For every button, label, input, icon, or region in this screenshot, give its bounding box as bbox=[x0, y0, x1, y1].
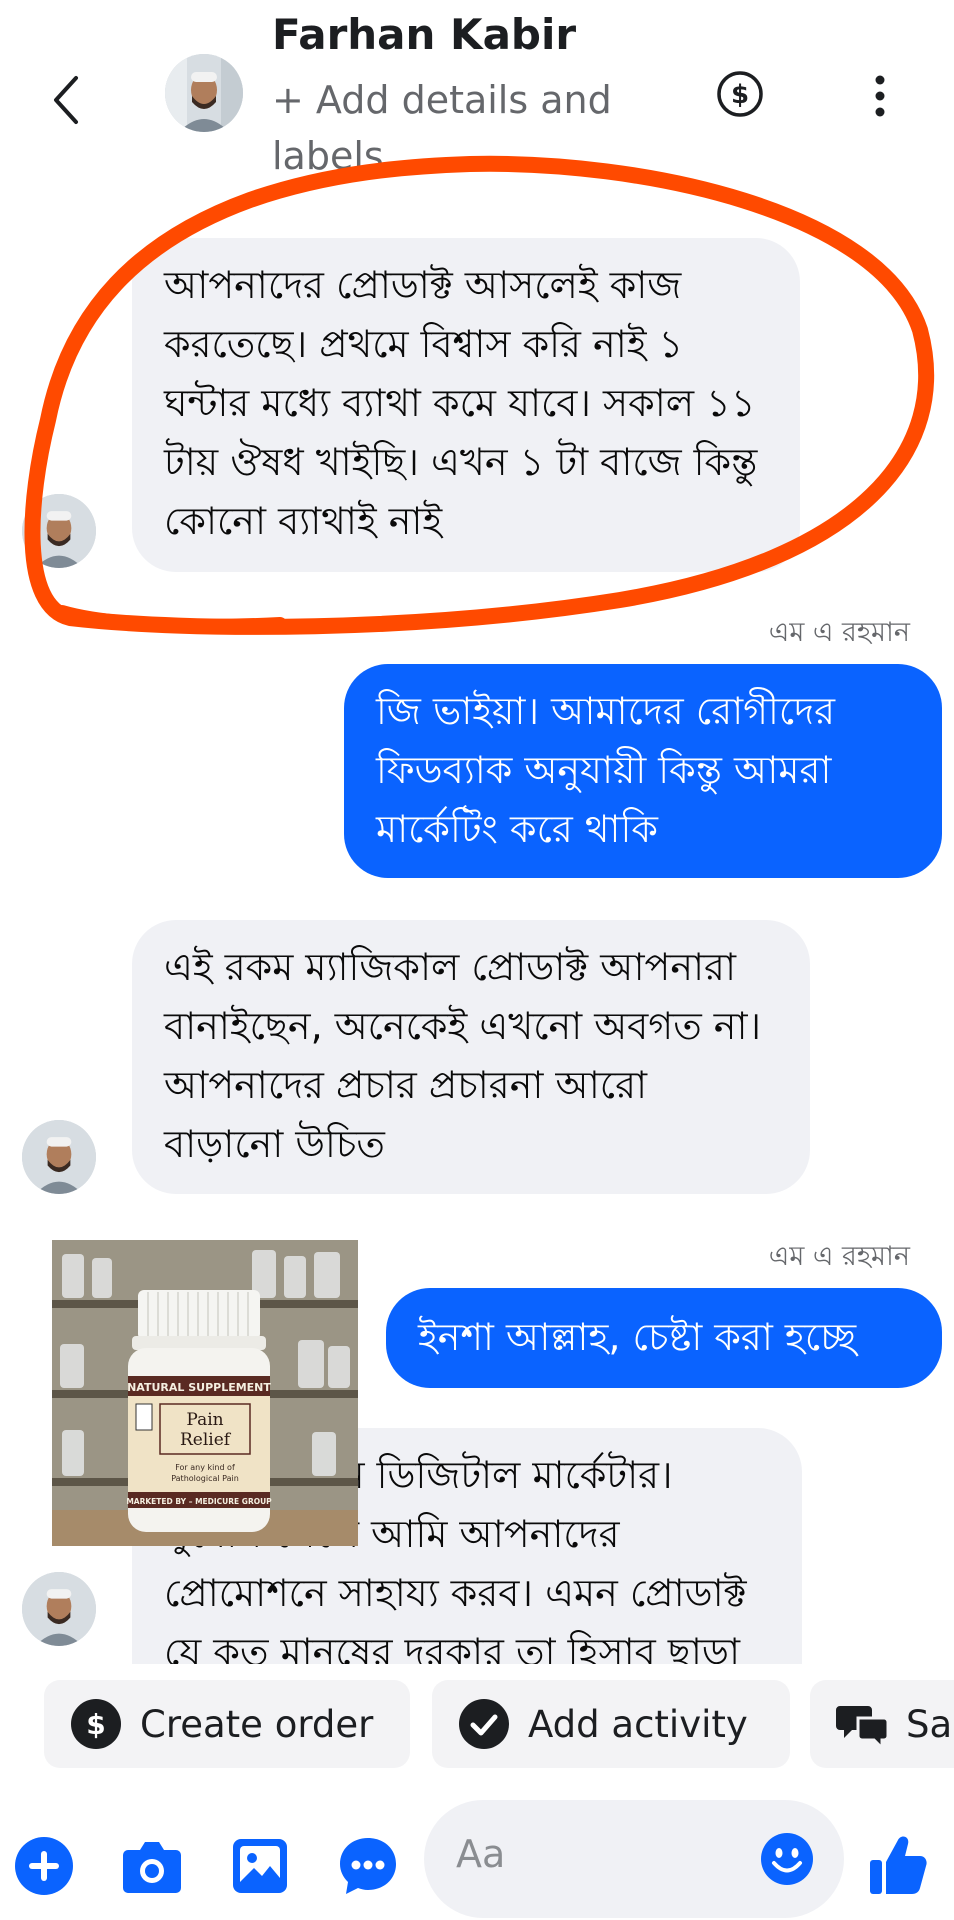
dollar-circle-icon: $ bbox=[71, 1699, 121, 1749]
incoming-message[interactable]: আপনাদের প্রোডাক্ট আসলেই কাজ করতেছে। প্রথ… bbox=[132, 238, 800, 572]
avatar bbox=[22, 494, 96, 568]
product-cap-label: NATURAL SUPPLEMENT bbox=[127, 1381, 271, 1394]
more-options-button[interactable] bbox=[870, 72, 890, 120]
svg-text:$: $ bbox=[86, 1708, 105, 1741]
dollar-icon: $ bbox=[717, 71, 763, 117]
message-text: আপনাদের প্রোডাক্ট আসলেই কাজ করতেছে। প্রথ… bbox=[164, 263, 758, 543]
gallery-icon bbox=[233, 1839, 287, 1893]
contact-name[interactable]: Farhan Kabir bbox=[272, 10, 576, 59]
chat-icon bbox=[340, 1838, 396, 1894]
product-photo: NATURAL SUPPLEMENT Pain Relief For any k… bbox=[52, 1240, 358, 1546]
product-title-line2: Relief bbox=[180, 1430, 232, 1450]
chat-bubbles-icon bbox=[836, 1706, 888, 1750]
camera-icon bbox=[123, 1842, 181, 1893]
message-text: ইনশা আল্লাহ, চেষ্টা করা হচ্ছে bbox=[418, 1315, 857, 1359]
product-bottom-label: MARKETED BY – MEDICURE GROUP bbox=[126, 1497, 272, 1506]
like-button[interactable] bbox=[868, 1832, 928, 1900]
plus-button[interactable] bbox=[14, 1836, 74, 1900]
outgoing-message[interactable]: ইনশা আল্লাহ, চেষ্টা করা হচ্ছে bbox=[386, 1288, 942, 1388]
back-icon bbox=[54, 76, 78, 124]
emoji-button[interactable] bbox=[760, 1832, 814, 1890]
sender-name: এম এ রহমান bbox=[768, 617, 910, 648]
product-sub-line1: For any kind of bbox=[175, 1463, 235, 1472]
message-text: জি ভাইয়া। আমাদের রোগীদের ফিডব্যাক অনুযা… bbox=[376, 689, 836, 851]
back-button[interactable] bbox=[48, 70, 88, 130]
saved-replies-button[interactable]: Sa bbox=[810, 1680, 954, 1768]
check-circle-icon bbox=[459, 1699, 509, 1749]
plus-icon bbox=[15, 1837, 73, 1895]
add-details-link[interactable]: + Add details and labels bbox=[272, 72, 652, 172]
message-placeholder: Aa bbox=[456, 1832, 506, 1876]
product-sub-line2: Pathological Pain bbox=[171, 1474, 239, 1483]
avatar bbox=[22, 1572, 96, 1646]
product-title-line1: Pain bbox=[186, 1410, 223, 1430]
saved-replies-label: Sa bbox=[906, 1702, 953, 1746]
avatar bbox=[22, 1120, 96, 1194]
gallery-button[interactable] bbox=[232, 1838, 288, 1898]
outgoing-message[interactable]: জি ভাইয়া। আমাদের রোগীদের ফিডব্যাক অনুযা… bbox=[344, 664, 942, 878]
sender-name: এম এ রহমান bbox=[768, 1241, 910, 1272]
create-order-button[interactable]: $ Create order bbox=[44, 1680, 410, 1768]
incoming-message[interactable]: এই রকম ম্যাজিকাল প্রোডাক্ট আপনারা বানাইছ… bbox=[132, 920, 810, 1194]
chat-options-button[interactable] bbox=[338, 1836, 398, 1900]
message-input[interactable]: Aa bbox=[424, 1800, 844, 1918]
emoji-icon bbox=[761, 1833, 813, 1885]
thumbs-up-icon bbox=[870, 1836, 927, 1894]
more-vertical-icon bbox=[875, 75, 885, 117]
create-order-label: Create order bbox=[140, 1702, 374, 1746]
svg-text:$: $ bbox=[731, 80, 749, 110]
contact-avatar[interactable] bbox=[165, 54, 243, 132]
camera-button[interactable] bbox=[122, 1838, 182, 1898]
payments-button[interactable]: $ bbox=[716, 70, 764, 118]
add-activity-label: Add activity bbox=[528, 1702, 748, 1746]
message-text: এই রকম ম্যাজিকাল প্রোডাক্ট আপনারা বানাইছ… bbox=[164, 945, 762, 1166]
add-activity-button[interactable]: Add activity bbox=[432, 1680, 790, 1768]
